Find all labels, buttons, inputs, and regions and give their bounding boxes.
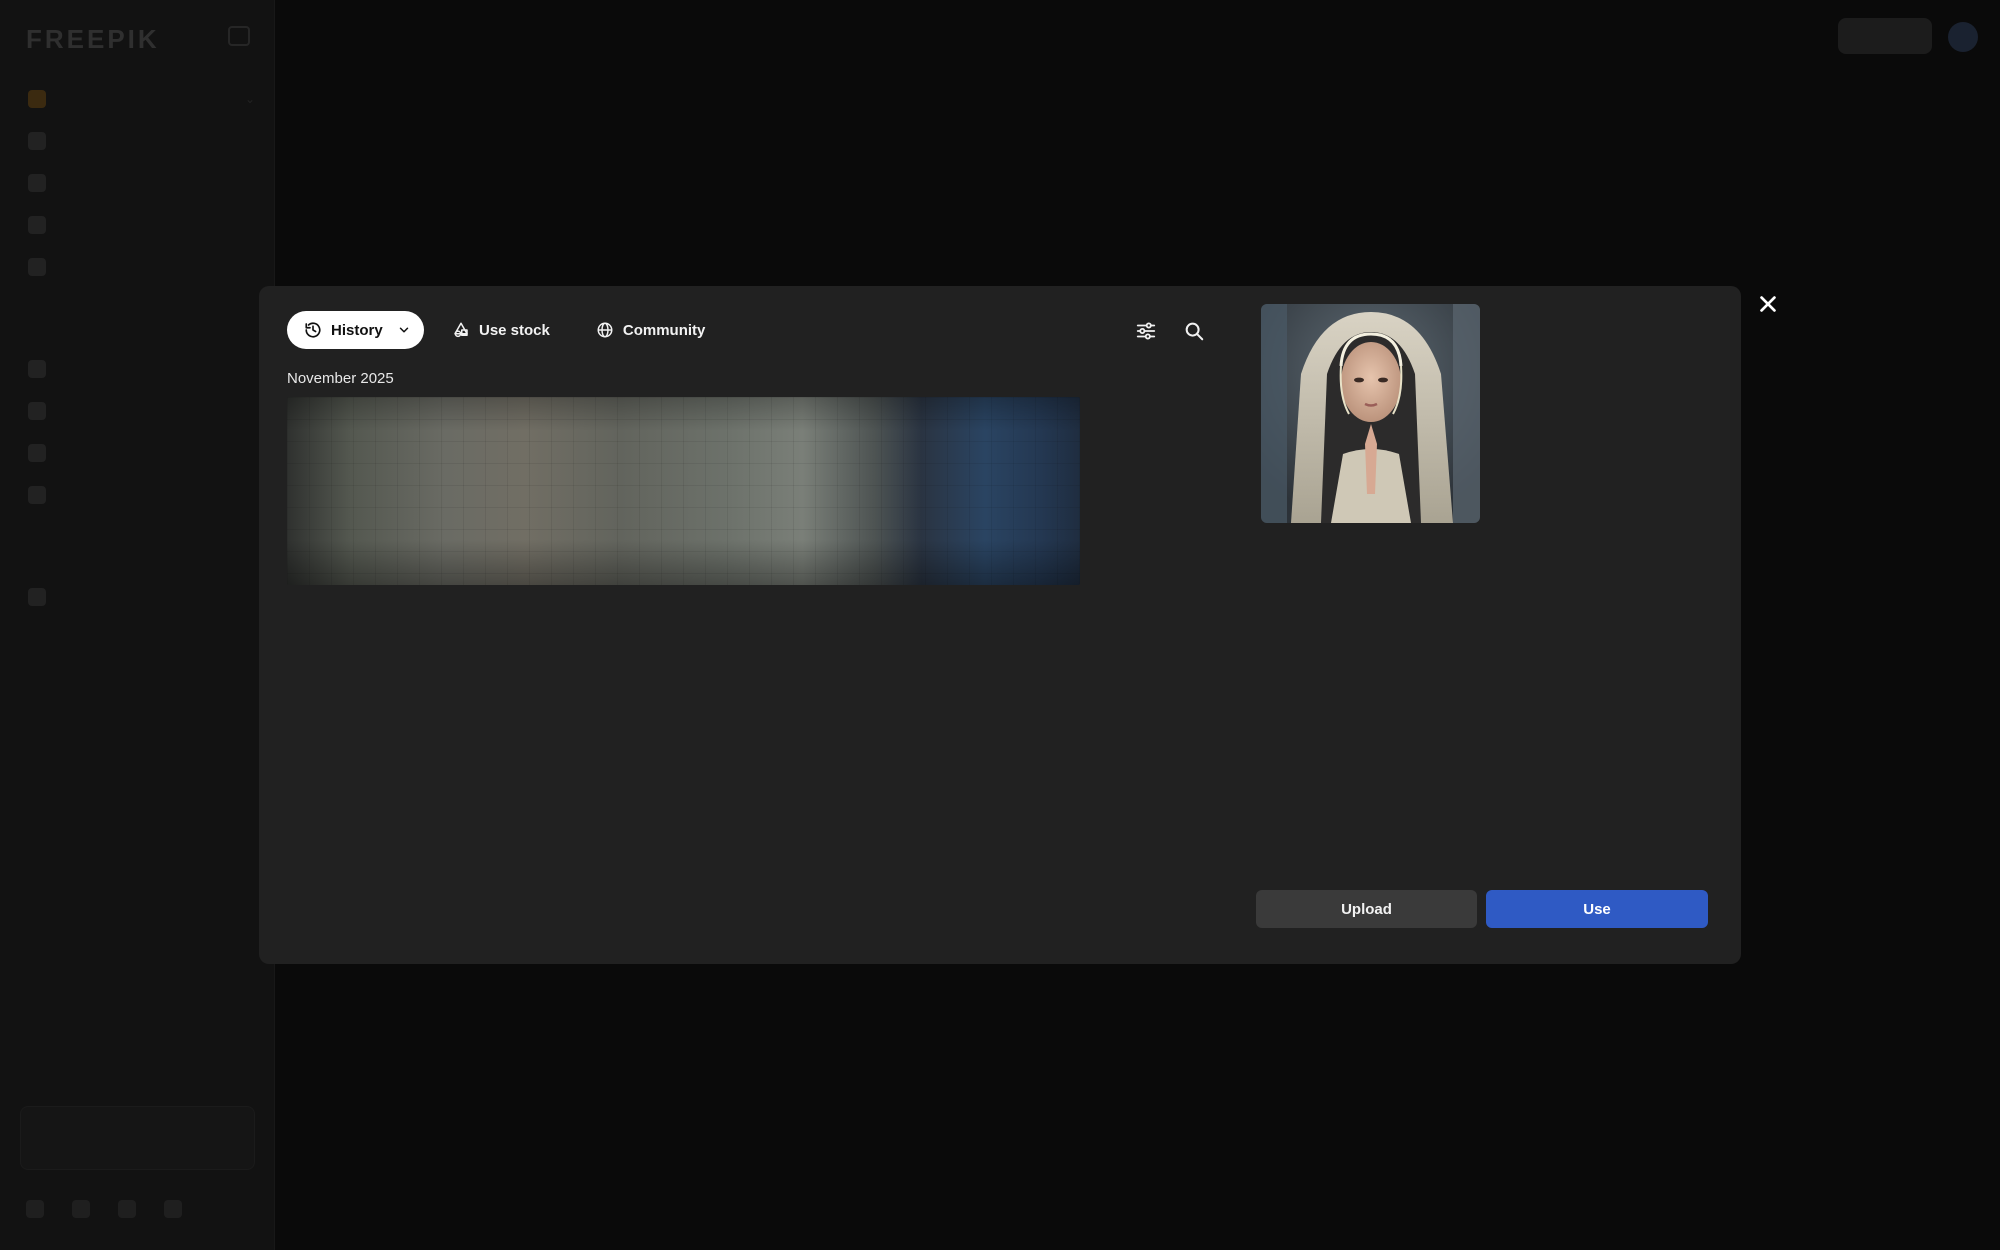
nav-icon [28, 90, 46, 108]
topbar [275, 0, 2000, 72]
preview-portrait-image [1261, 304, 1480, 523]
avatar [1948, 22, 1978, 52]
filter-icon[interactable] [1135, 320, 1157, 342]
app-logo: FREEPIK [26, 24, 160, 54]
tab-community-label: Community [622, 321, 706, 339]
tab-community[interactable]: Community [596, 321, 706, 339]
close-icon[interactable] [1754, 290, 1782, 318]
tab-history[interactable]: History [287, 311, 424, 349]
sidebar-item [20, 162, 255, 204]
tab-use-stock[interactable]: Use stock [452, 321, 550, 339]
source-tabs: History Use stock Community [287, 311, 705, 349]
sidebar-collapse-icon [228, 26, 250, 46]
sidebar-section-label [20, 546, 255, 566]
chevron-icon: ⌄ [244, 92, 255, 106]
sidebar-item [20, 474, 255, 516]
sidebar: FREEPIK ⌄ [0, 0, 275, 1250]
nav-icon [28, 444, 46, 462]
search-icon[interactable] [1183, 320, 1205, 342]
globe-icon [596, 321, 614, 339]
nav-icon [28, 402, 46, 420]
sidebar-section-label [20, 318, 255, 338]
blurred-image-overlay [287, 397, 1080, 585]
nav-icon [28, 258, 46, 276]
footer-icon [26, 1200, 44, 1218]
nav-icon [28, 486, 46, 504]
stock-icon [452, 321, 470, 339]
sidebar-item [20, 576, 255, 618]
history-icon [304, 321, 322, 339]
nav-icon [28, 360, 46, 378]
nav-icon [28, 588, 46, 606]
image-picker-modal: History Use stock Community November 202… [259, 286, 1741, 964]
tab-history-label: History [331, 321, 383, 339]
sidebar-item [20, 390, 255, 432]
sidebar-item: ⌄ [20, 78, 255, 120]
chevron-down-icon [397, 323, 411, 337]
sidebar-item [20, 246, 255, 288]
sidebar-item [20, 204, 255, 246]
sidebar-item [20, 348, 255, 390]
footer-icon [118, 1200, 136, 1218]
history-date-group: November 2025 [287, 370, 394, 387]
footer-icon [72, 1200, 90, 1218]
nav-icon [28, 216, 46, 234]
tab-use-stock-label: Use stock [479, 321, 550, 339]
history-image-thumbnail[interactable] [287, 397, 1080, 585]
sidebar-footer-icons [26, 1200, 182, 1218]
nav-icon [28, 174, 46, 192]
selected-image-preview [1261, 304, 1480, 523]
nav-icon [28, 132, 46, 150]
upload-button[interactable]: Upload [1256, 890, 1477, 928]
sidebar-item [20, 120, 255, 162]
upgrade-box [20, 1106, 255, 1170]
sidebar-item [20, 432, 255, 474]
use-button[interactable]: Use [1486, 890, 1708, 928]
footer-icon [164, 1200, 182, 1218]
sidebar-nav: ⌄ [20, 78, 255, 618]
topbar-button [1838, 18, 1932, 54]
